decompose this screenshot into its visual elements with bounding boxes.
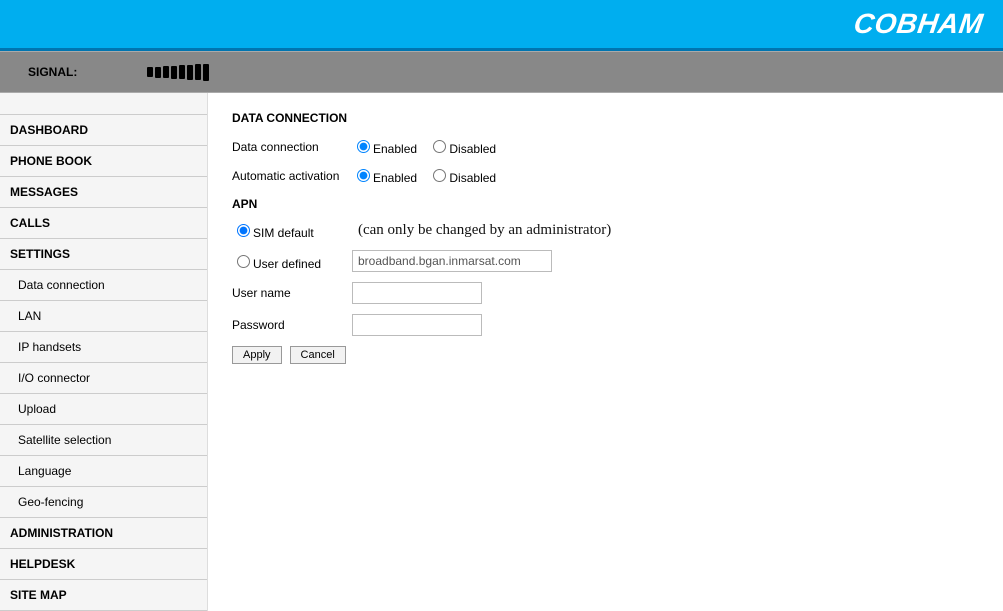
sidebar-sub-upload[interactable]: Upload: [0, 394, 207, 425]
sidebar-item-administration[interactable]: ADMINISTRATION: [0, 518, 207, 549]
top-banner: COBHAM: [0, 0, 1003, 48]
sidebar-item-settings[interactable]: SETTINGS: [0, 239, 207, 270]
radio-group-auto-activation: Enabled Disabled: [352, 166, 504, 185]
radio-apn-sim-default[interactable]: SIM default: [232, 226, 314, 240]
sidebar-sub-language[interactable]: Language: [0, 456, 207, 487]
sidebar-item-site-map[interactable]: SITE MAP: [0, 580, 207, 611]
radio-group-data-connection: Enabled Disabled: [352, 137, 504, 156]
sidebar-sub-io-connector[interactable]: I/O connector: [0, 363, 207, 394]
sidebar-item-phone-book[interactable]: PHONE BOOK: [0, 146, 207, 177]
label-password: Password: [232, 318, 352, 332]
apn-title: APN: [232, 197, 979, 211]
page-title: DATA CONNECTION: [232, 111, 979, 125]
content: DATA CONNECTION Data connection Enabled …: [208, 93, 1003, 611]
brand-logo: COBHAM: [852, 8, 985, 40]
sidebar-item-messages[interactable]: MESSAGES: [0, 177, 207, 208]
label-apn-user-defined: User defined: [232, 252, 352, 271]
label-auto-activation: Automatic activation: [232, 169, 352, 183]
row-username: User name: [232, 282, 979, 304]
sidebar-item-calls[interactable]: CALLS: [0, 208, 207, 239]
signal-strength-icon: [147, 64, 209, 81]
apply-button[interactable]: Apply: [232, 346, 282, 364]
sidebar-sub-satellite-selection[interactable]: Satellite selection: [0, 425, 207, 456]
row-apn-user-defined: User defined: [232, 250, 979, 272]
sidebar-spacer: [0, 101, 207, 115]
sidebar-sub-data-connection[interactable]: Data connection: [0, 270, 207, 301]
label-apn-sim-default: SIM default: [232, 221, 352, 240]
row-password: Password: [232, 314, 979, 336]
radio-data-connection-disabled[interactable]: Disabled: [428, 142, 496, 156]
row-buttons: Apply Cancel: [232, 346, 979, 364]
cancel-button[interactable]: Cancel: [290, 346, 346, 364]
input-password[interactable]: [352, 314, 482, 336]
row-auto-activation: Automatic activation Enabled Disabled: [232, 166, 979, 185]
signal-bar: SIGNAL:: [0, 51, 1003, 93]
row-apn-sim-default: SIM default (can only be changed by an a…: [232, 221, 979, 240]
sidebar-sub-lan[interactable]: LAN: [0, 301, 207, 332]
label-username: User name: [232, 286, 352, 300]
signal-label: SIGNAL:: [28, 65, 77, 79]
input-apn-user-defined[interactable]: [352, 250, 552, 272]
apn-hint: (can only be changed by an administrator…: [358, 222, 611, 239]
row-data-connection: Data connection Enabled Disabled: [232, 137, 979, 156]
radio-apn-user-defined[interactable]: User defined: [232, 257, 321, 271]
input-username[interactable]: [352, 282, 482, 304]
sidebar-sub-geo-fencing[interactable]: Geo-fencing: [0, 487, 207, 518]
label-data-connection: Data connection: [232, 140, 352, 154]
sidebar-item-dashboard[interactable]: DASHBOARD: [0, 115, 207, 146]
sidebar: DASHBOARD PHONE BOOK MESSAGES CALLS SETT…: [0, 93, 208, 611]
sidebar-item-helpdesk[interactable]: HELPDESK: [0, 549, 207, 580]
sidebar-sub-ip-handsets[interactable]: IP handsets: [0, 332, 207, 363]
radio-auto-activation-disabled[interactable]: Disabled: [428, 171, 496, 185]
radio-auto-activation-enabled[interactable]: Enabled: [352, 171, 417, 185]
radio-data-connection-enabled[interactable]: Enabled: [352, 142, 417, 156]
